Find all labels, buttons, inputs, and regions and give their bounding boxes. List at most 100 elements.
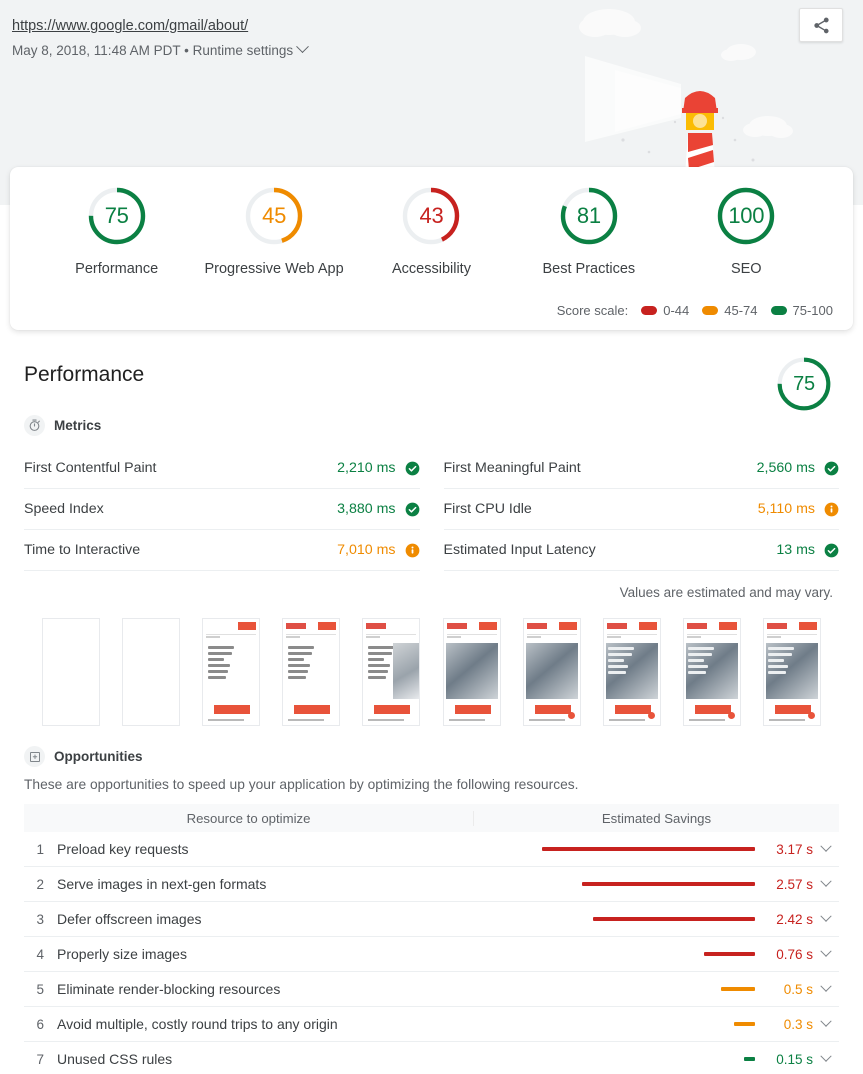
metric-label: First CPU Idle xyxy=(444,501,532,517)
gauge-ring: 100 xyxy=(715,185,777,247)
metric-row[interactable]: Speed Index 3,880 ms xyxy=(24,489,420,530)
cta-button-thumb xyxy=(214,705,250,714)
score-scale-label: Score scale: xyxy=(557,303,629,318)
row-index: 5 xyxy=(24,982,44,997)
score-gauge-pwa[interactable]: 45 Progressive Web App xyxy=(199,185,349,277)
gmail-logo-icon xyxy=(527,623,547,629)
signin-button-thumb xyxy=(639,622,657,630)
filmstrip-frame xyxy=(683,618,741,726)
signin-button-thumb xyxy=(318,622,336,630)
headline-overlay-thumb xyxy=(608,647,636,677)
metric-value: 5,110 ms xyxy=(758,501,815,517)
chat-bubble-icon xyxy=(808,712,815,719)
metric-row[interactable]: First Meaningful Paint 2,560 ms xyxy=(444,448,840,489)
share-icon xyxy=(812,16,831,35)
table-row[interactable]: 5Eliminate render-blocking resources0.5 … xyxy=(24,972,839,1007)
table-body: 1Preload key requests3.17 s2Serve images… xyxy=(24,832,839,1074)
divider xyxy=(366,634,416,635)
row-index: 6 xyxy=(24,1017,44,1032)
metric-row[interactable]: First Contentful Paint 2,210 ms xyxy=(24,448,420,489)
savings-bar xyxy=(542,847,755,851)
headline-text-thumb xyxy=(208,646,236,682)
check-circle-icon xyxy=(824,543,839,558)
chevron-down-icon[interactable] xyxy=(813,1055,839,1063)
chevron-down-icon[interactable] xyxy=(813,1020,839,1028)
gauge-value: 81 xyxy=(558,185,620,247)
metric-label: First Meaningful Paint xyxy=(444,460,581,476)
scale-dot-icon xyxy=(771,306,787,315)
filmstrip-frame xyxy=(763,618,821,726)
nav-row-thumb xyxy=(206,636,256,640)
metric-value-group: 3,880 ms xyxy=(337,501,419,517)
metric-value: 2,210 ms xyxy=(337,460,395,476)
table-row[interactable]: 7Unused CSS rules0.15 s xyxy=(24,1042,839,1074)
row-index: 4 xyxy=(24,947,44,962)
screenshot-filmstrip xyxy=(0,600,863,726)
savings-bar xyxy=(704,952,755,956)
metric-label: Speed Index xyxy=(24,501,104,517)
opportunities-table: Resource to optimize Estimated Savings 1… xyxy=(24,804,839,1074)
gauge-label: Accessibility xyxy=(392,261,471,277)
gmail-logo-icon xyxy=(286,623,306,629)
savings-value: 0.3 s xyxy=(755,1017,813,1032)
cta-button-thumb xyxy=(535,705,571,714)
metric-value-group: 7,010 ms xyxy=(337,542,419,558)
opportunities-description: These are opportunities to speed up your… xyxy=(24,777,839,792)
headline-overlay-thumb xyxy=(688,647,716,677)
headline-text-thumb xyxy=(288,646,316,682)
audited-url-link[interactable]: https://www.google.com/gmail/about/ xyxy=(12,16,307,36)
table-row[interactable]: 2Serve images in next-gen formats 2.57 s xyxy=(24,867,839,902)
chevron-down-icon[interactable] xyxy=(813,915,839,923)
footer-thumb xyxy=(689,719,725,721)
opportunity-label: Serve images in next-gen formats xyxy=(44,876,507,892)
score-gauge-best-practices[interactable]: 81 Best Practices xyxy=(514,185,664,277)
share-button[interactable] xyxy=(799,8,843,42)
metric-value: 7,010 ms xyxy=(337,542,395,558)
chevron-down-icon[interactable] xyxy=(813,880,839,888)
report-subline: May 8, 2018, 11:48 AM PDT • Runtime sett… xyxy=(12,41,307,61)
divider xyxy=(206,634,256,635)
gauge-label: Best Practices xyxy=(543,261,636,277)
chevron-down-icon[interactable] xyxy=(813,985,839,993)
filmstrip-frame xyxy=(443,618,501,726)
table-row[interactable]: 4Properly size images0.76 s xyxy=(24,937,839,972)
table-row[interactable]: 6Avoid multiple, costly round trips to a… xyxy=(24,1007,839,1042)
table-row[interactable]: 1Preload key requests3.17 s xyxy=(24,832,839,867)
savings-bar xyxy=(734,1022,755,1026)
savings-bar-track xyxy=(507,917,755,921)
chat-bubble-icon xyxy=(648,712,655,719)
chevron-down-icon[interactable] xyxy=(296,40,309,53)
signin-button-thumb xyxy=(238,622,256,630)
filmstrip-frame xyxy=(523,618,581,726)
footer-thumb xyxy=(368,719,404,721)
table-row[interactable]: 3Defer offscreen images2.42 s xyxy=(24,902,839,937)
savings-value: 2.42 s xyxy=(755,912,813,927)
filmstrip-frame xyxy=(603,618,661,726)
row-index: 7 xyxy=(24,1052,44,1067)
score-gauge-seo[interactable]: 100 SEO xyxy=(671,185,821,277)
score-gauge-accessibility[interactable]: 43 Accessibility xyxy=(356,185,506,277)
row-index: 2 xyxy=(24,877,44,892)
opportunities-heading: Opportunities xyxy=(54,749,143,764)
hero-image-thumb xyxy=(446,643,498,699)
gauge-ring: 45 xyxy=(243,185,305,247)
runtime-settings-toggle[interactable]: Runtime settings xyxy=(193,43,294,58)
savings-value: 2.57 s xyxy=(755,877,813,892)
opportunity-label: Properly size images xyxy=(44,946,507,962)
score-gauges: 75 Performance 45 Progressive Web App xyxy=(10,167,853,277)
nav-row-thumb xyxy=(767,636,817,640)
gauge-label: Performance xyxy=(75,261,158,277)
metric-label: Estimated Input Latency xyxy=(444,542,596,558)
filmstrip-frame xyxy=(122,618,180,726)
chevron-down-icon[interactable] xyxy=(813,845,839,853)
metric-row[interactable]: Time to Interactive 7,010 ms xyxy=(24,530,420,571)
score-gauge-performance[interactable]: 75 Performance xyxy=(42,185,192,277)
metric-row[interactable]: First CPU Idle 5,110 ms xyxy=(444,489,840,530)
check-circle-icon xyxy=(405,502,420,517)
gauge-ring: 75 xyxy=(86,185,148,247)
chevron-down-icon[interactable] xyxy=(813,950,839,958)
nav-row-thumb xyxy=(607,636,657,640)
footer-thumb xyxy=(609,719,645,721)
metric-row[interactable]: Estimated Input Latency 13 ms xyxy=(444,530,840,571)
savings-bar-track xyxy=(507,1057,755,1061)
